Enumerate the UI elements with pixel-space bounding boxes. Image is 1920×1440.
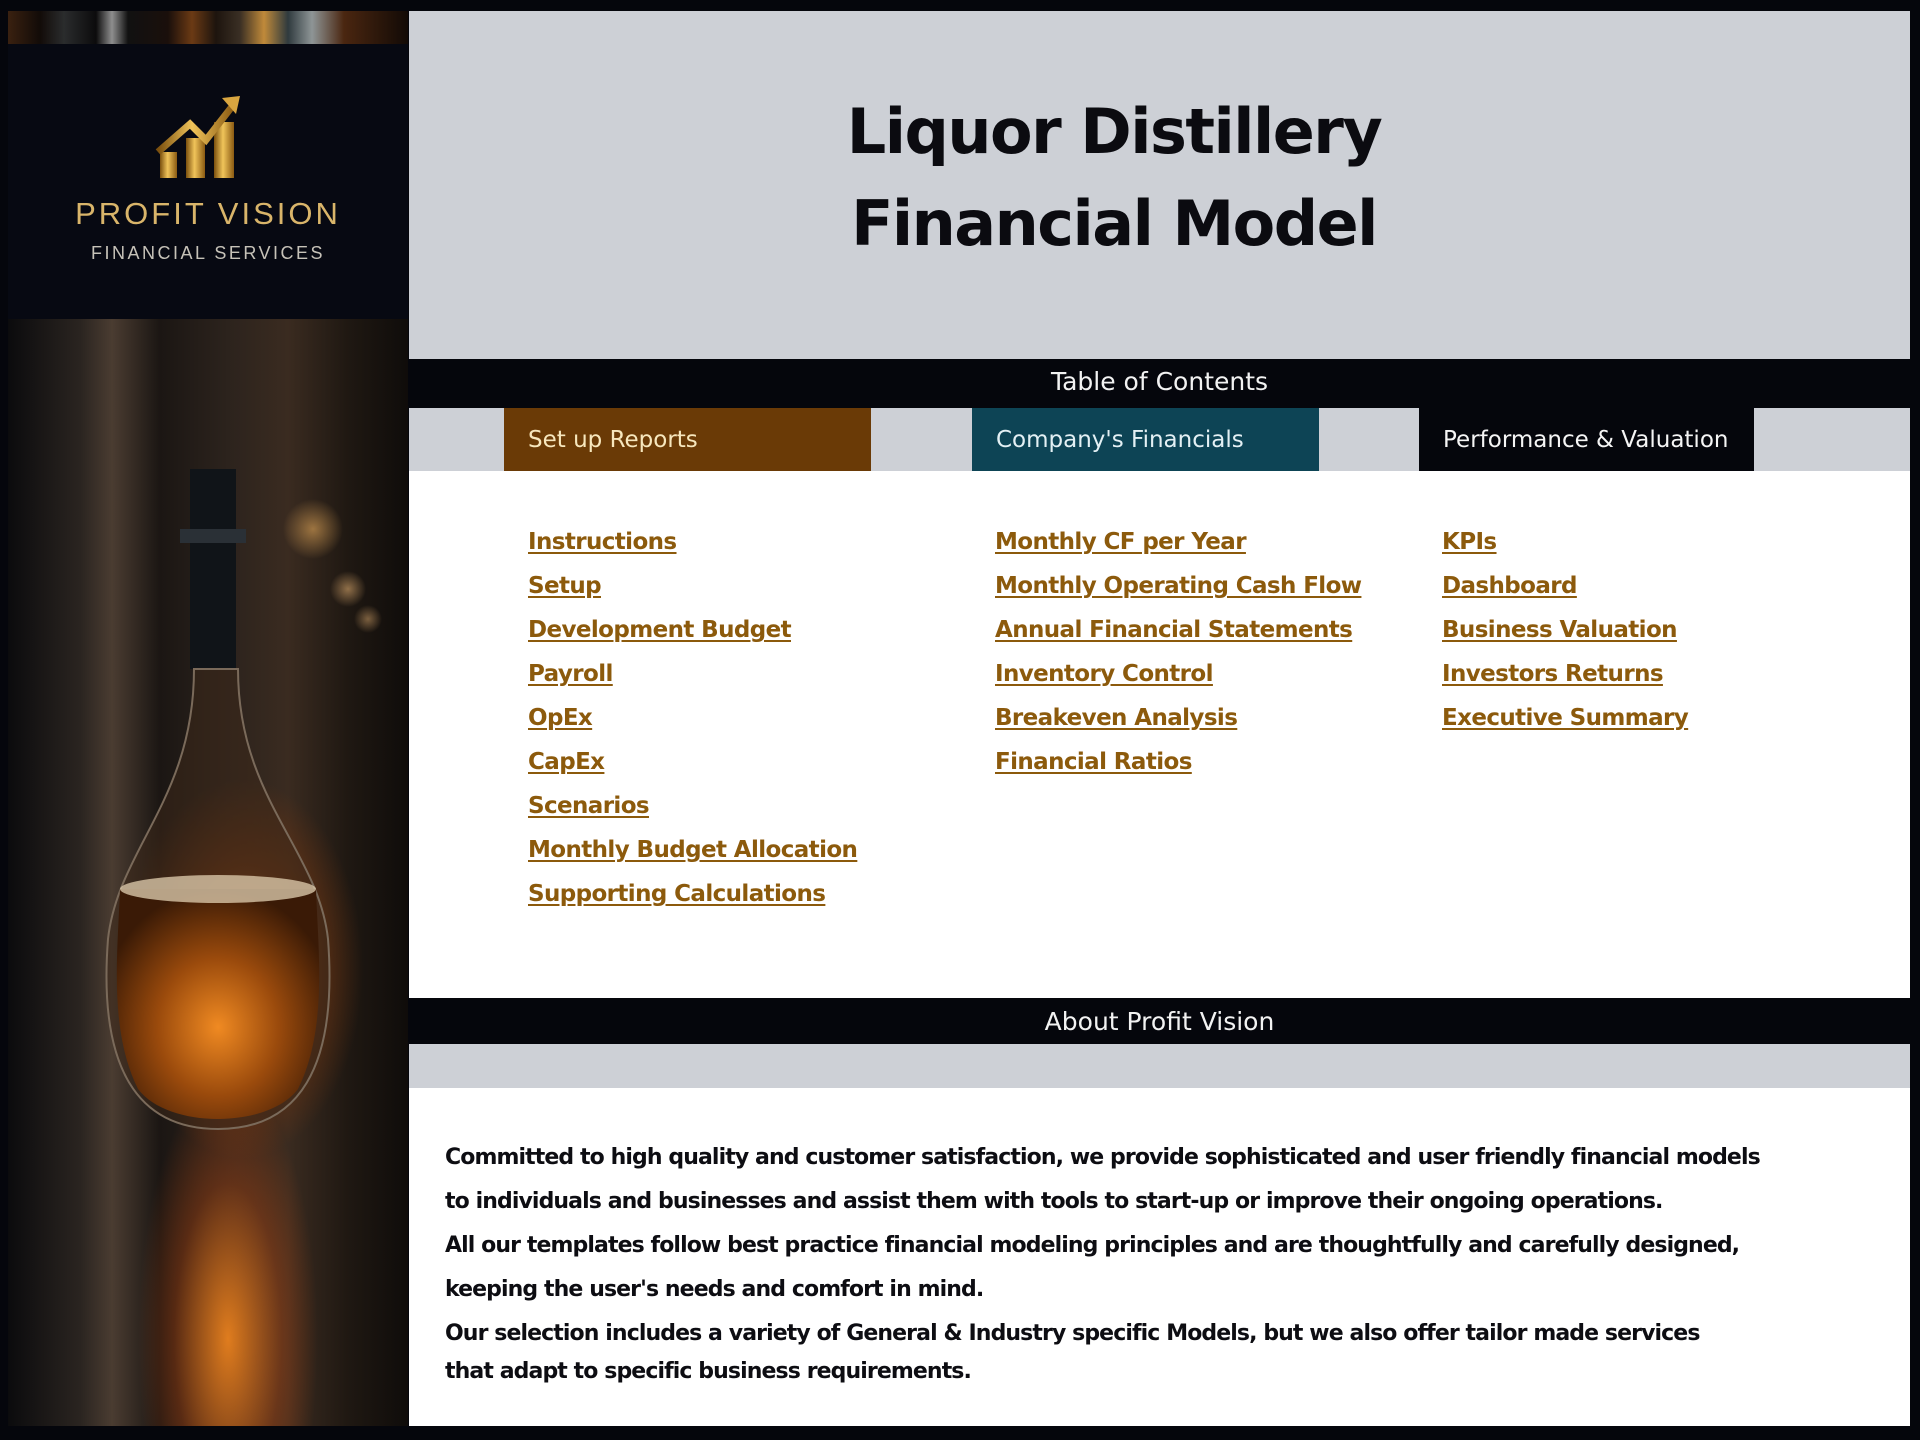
link-business-valuation[interactable]: Business Valuation — [1442, 610, 1688, 654]
bottle-liquid — [116, 889, 320, 1119]
bottle-neck — [190, 469, 236, 669]
link-kpis[interactable]: KPIs — [1442, 522, 1688, 566]
toc-heading: Table of Contents — [1050, 367, 1269, 396]
link-development-budget[interactable]: Development Budget — [528, 610, 857, 654]
title-banner — [409, 11, 1910, 359]
link-dashboard[interactable]: Dashboard — [1442, 566, 1688, 610]
bottle-illustration — [105, 469, 331, 1131]
setup-reports-links: Instructions Setup Development Budget Pa… — [528, 522, 858, 918]
about-line: keeping the user's needs and comfort in … — [445, 1277, 984, 1302]
link-monthly-cf-per-year[interactable]: Monthly CF per Year — [995, 522, 1361, 566]
link-financial-ratios[interactable]: Financial Ratios — [995, 742, 1361, 786]
companys-financials-links: Monthly CF per Year Monthly Operating Ca… — [995, 522, 1362, 786]
tab-companys-financials[interactable]: Company's Financials — [972, 408, 1319, 471]
tab-setup-reports[interactable]: Set up Reports — [504, 408, 871, 471]
link-supporting-calculations[interactable]: Supporting Calculations — [528, 874, 857, 918]
about-description: Committed to high quality and customer s… — [445, 1142, 1885, 1400]
about-gray-strip — [409, 1044, 1910, 1088]
brand-name: PROFIT VISION — [75, 196, 341, 231]
link-instructions[interactable]: Instructions — [528, 522, 857, 566]
about-line: to individuals and businesses and assist… — [445, 1189, 1663, 1214]
link-payroll[interactable]: Payroll — [528, 654, 857, 698]
about-line: Committed to high quality and customer s… — [445, 1145, 1761, 1170]
link-setup[interactable]: Setup — [528, 566, 857, 610]
link-breakeven-analysis[interactable]: Breakeven Analysis — [995, 698, 1361, 742]
rising-bar-chart-arrow-icon — [155, 96, 240, 178]
logo-bar-2 — [186, 138, 205, 178]
link-monthly-budget-allocation[interactable]: Monthly Budget Allocation — [528, 830, 858, 874]
brand-subtitle: FINANCIAL SERVICES — [90, 243, 326, 263]
link-monthly-operating-cash-flow[interactable]: Monthly Operating Cash Flow — [995, 566, 1362, 610]
page-title-line-1: Liquor Distillery — [846, 95, 1383, 168]
sidebar-photo-strip — [8, 11, 408, 44]
link-opex[interactable]: OpEx — [528, 698, 857, 742]
link-investors-returns[interactable]: Investors Returns — [1442, 654, 1688, 698]
about-line: Our selection includes a variety of Gene… — [445, 1321, 1700, 1346]
about-line: that adapt to specific business requirem… — [445, 1359, 972, 1384]
performance-valuation-links: KPIs Dashboard Business Valuation Invest… — [1442, 522, 1689, 742]
bottle-ring — [180, 529, 246, 543]
logo-bar-1 — [160, 152, 177, 178]
link-inventory-control[interactable]: Inventory Control — [995, 654, 1361, 698]
link-scenarios[interactable]: Scenarios — [528, 786, 857, 830]
bottle-foam — [120, 875, 316, 903]
about-heading: About Profit Vision — [1044, 1007, 1275, 1036]
link-annual-financial-statements[interactable]: Annual Financial Statements — [995, 610, 1361, 654]
tab-performance-valuation[interactable]: Performance & Valuation — [1419, 408, 1754, 471]
link-executive-summary[interactable]: Executive Summary — [1442, 698, 1689, 742]
distillery-photo — [8, 319, 408, 1426]
link-capex[interactable]: CapEx — [528, 742, 857, 786]
about-line: All our templates follow best practice f… — [445, 1233, 1740, 1258]
page-title-line-2: Financial Model — [851, 187, 1378, 260]
